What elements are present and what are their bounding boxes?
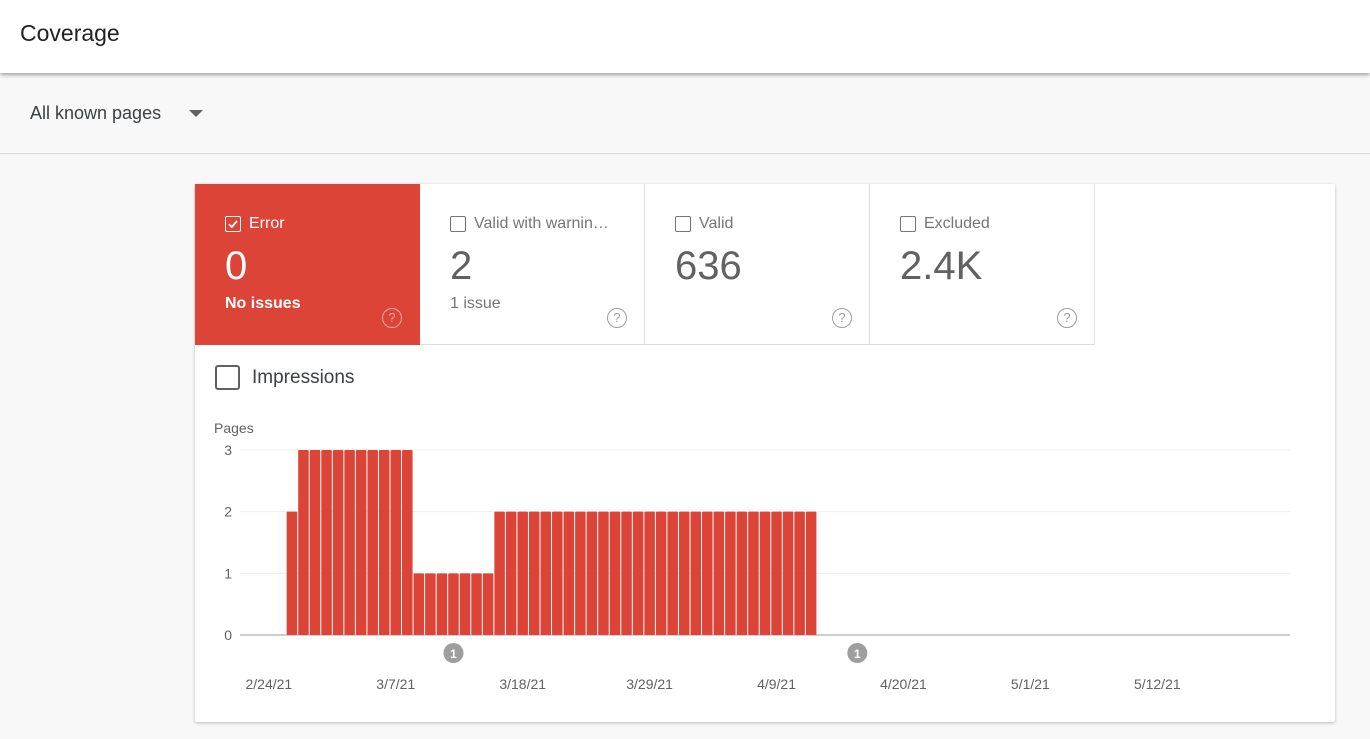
valid-checkbox[interactable]: [675, 216, 691, 232]
bar: [748, 511, 759, 635]
bar: [402, 450, 413, 635]
bar: [609, 511, 621, 635]
help-icon[interactable]: ?: [832, 308, 852, 328]
y-axis-label: Pages: [214, 420, 254, 436]
tile-value: 636: [675, 244, 742, 288]
bar: [586, 511, 598, 635]
bar: [725, 511, 736, 635]
tile-subtext: 1 issue: [450, 295, 501, 312]
bar: [771, 511, 782, 635]
bar: [286, 511, 298, 635]
bar: [332, 450, 344, 635]
bar: [355, 450, 367, 635]
tile-value: 0: [225, 244, 248, 288]
tile-valid[interactable]: Valid 636 ?: [645, 184, 870, 345]
pages-filter-dropdown[interactable]: All known pages: [30, 103, 204, 124]
status-tiles: Error 0 No issues ? Valid with warnin… 2…: [195, 184, 1095, 345]
x-tick-label: 3/7/21: [376, 676, 415, 692]
bar: [309, 450, 321, 635]
bar: [494, 511, 505, 635]
bar: [528, 511, 540, 635]
y-tick-label: 0: [224, 627, 232, 643]
bar: [794, 511, 805, 635]
impressions-toggle[interactable]: Impressions: [215, 365, 354, 390]
bar: [736, 511, 748, 635]
bar: [505, 511, 517, 635]
error-checkbox[interactable]: [225, 216, 241, 232]
annotation-label: 1: [854, 647, 861, 661]
x-tick-label: 3/29/21: [626, 676, 673, 692]
bar: [702, 511, 713, 635]
impressions-label: Impressions: [252, 366, 355, 388]
bar: [321, 450, 332, 635]
tile-excluded[interactable]: Excluded 2.4K ?: [870, 184, 1095, 345]
x-tick-label: 4/20/21: [880, 676, 927, 692]
x-tick-label: 5/12/21: [1134, 676, 1181, 692]
excluded-checkbox[interactable]: [900, 216, 916, 232]
impressions-checkbox[interactable]: [215, 365, 240, 390]
annotation-label: 1: [450, 647, 457, 661]
valid-with-warnings-checkbox[interactable]: [450, 216, 466, 232]
tile-error[interactable]: Error 0 No issues ?: [195, 184, 420, 345]
y-tick-label: 1: [224, 565, 232, 581]
bar: [667, 511, 678, 635]
bar: [632, 511, 644, 635]
bar: [378, 450, 390, 635]
bar: [436, 573, 448, 635]
bar: [413, 573, 425, 635]
help-icon[interactable]: ?: [607, 308, 627, 328]
bar: [344, 450, 355, 635]
bar: [471, 573, 482, 635]
bar: [390, 450, 402, 635]
help-icon[interactable]: ?: [382, 308, 402, 328]
app-header: Coverage: [0, 0, 1370, 73]
filter-bar: All known pages: [0, 73, 1370, 154]
tile-valid-with-warnings[interactable]: Valid with warnin… 2 1 issue ?: [420, 184, 645, 345]
bar: [805, 511, 817, 635]
x-tick-label: 3/18/21: [499, 676, 546, 692]
bar: [448, 573, 459, 635]
bar: [759, 511, 771, 635]
bar: [298, 450, 309, 635]
bar: [482, 573, 494, 635]
y-tick-label: 3: [224, 442, 232, 458]
tile-subtext: No issues: [225, 295, 301, 312]
bar: [540, 511, 552, 635]
bar: [425, 573, 436, 635]
y-tick-label: 2: [224, 504, 232, 520]
help-icon[interactable]: ?: [1057, 308, 1077, 328]
bar: [563, 511, 575, 635]
pages-filter-value: All known pages: [30, 103, 162, 123]
x-tick-label: 4/9/21: [757, 676, 796, 692]
bar: [367, 450, 378, 635]
bar: [459, 573, 471, 635]
bar: [644, 511, 655, 635]
bar: [517, 511, 528, 635]
bar: [713, 511, 725, 635]
bar: [678, 511, 690, 635]
x-tick-label: 2/24/21: [245, 676, 292, 692]
tile-label: Error: [249, 215, 285, 232]
tile-label: Valid with warnin…: [474, 215, 609, 232]
bar: [690, 511, 702, 635]
bar: [782, 511, 794, 635]
bar: [598, 511, 609, 635]
bar: [621, 511, 632, 635]
x-tick-label: 5/1/21: [1011, 676, 1050, 692]
tile-value: 2: [450, 244, 473, 288]
caret-down-icon: [189, 110, 204, 117]
tile-label: Excluded: [924, 215, 990, 232]
coverage-chart: Pages 0 1 2 3 2/24/21 3/7/21 3/18/21 3/29/21 4/9…: [195, 414, 1335, 714]
bar: [575, 511, 586, 635]
page-title: Coverage: [20, 20, 120, 46]
tile-value: 2.4K: [900, 244, 983, 288]
tile-label: Valid: [699, 215, 734, 232]
bar: [655, 511, 667, 635]
chart-svg: Pages 0 1 2 3 2/24/21 3/7/21 3/18/21 3/29/21 4/9…: [214, 420, 1290, 692]
check-icon: [228, 220, 238, 229]
bar: [552, 511, 563, 635]
coverage-card: Error 0 No issues ? Valid with warnin… 2…: [195, 184, 1335, 722]
